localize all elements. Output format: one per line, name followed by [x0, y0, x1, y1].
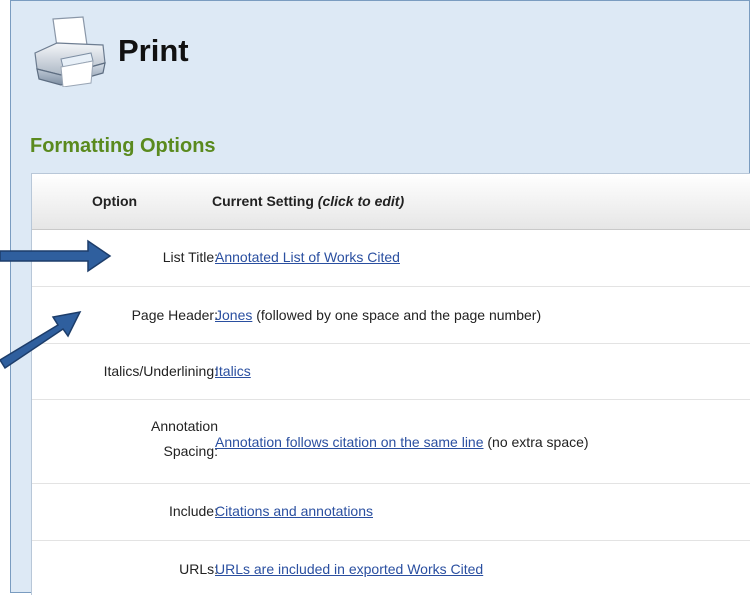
annotation-spacing-note: (no extra space)	[483, 434, 589, 450]
table-row-include: Include: Citations and annotations	[32, 484, 750, 541]
column-header-setting-label: Current Setting	[212, 193, 314, 209]
include-link[interactable]: Citations and annotations	[215, 503, 373, 519]
row-label-page-header: Page Header:	[131, 307, 218, 323]
table-header: Option Current Setting (click to edit)	[32, 174, 750, 230]
page-title: Print	[118, 33, 189, 68]
row-label-annotation-line1: Annotation	[151, 418, 218, 434]
row-label-italics: Italics/Underlining:	[103, 363, 218, 379]
page-header-note: (followed by one space and the page numb…	[252, 307, 542, 323]
print-panel: Print Formatting Options Option Current …	[10, 0, 750, 595]
formatting-options-table: Option Current Setting (click to edit) L…	[31, 173, 750, 595]
row-value-annotation-spacing: Annotation follows citation on the same …	[215, 434, 589, 450]
column-header-option: Option	[92, 193, 138, 209]
printer-icon	[34, 16, 106, 87]
row-label-include: Include:	[168, 503, 218, 519]
row-value-urls: URLs are included in exported Works Cite…	[215, 561, 483, 577]
table-row-annotation-spacing: Annotation Spacing: Annotation follows ci…	[32, 400, 750, 484]
list-title-link[interactable]: Annotated List of Works Cited	[215, 249, 400, 265]
italics-link[interactable]: Italics	[215, 363, 251, 379]
row-value-list-title: Annotated List of Works Cited	[215, 249, 400, 265]
row-label-urls: URLs:	[179, 561, 218, 577]
table-row-urls: URLs: URLs are included in exported Work…	[32, 541, 750, 595]
table-row-italics: Italics/Underlining: Italics	[32, 344, 750, 400]
print-header: Print	[11, 1, 749, 101]
column-header-setting-hint: (click to edit)	[317, 193, 405, 209]
row-value-page-header: Jones (followed by one space and the pag…	[215, 307, 541, 323]
row-label-list-title: List Title:	[162, 249, 218, 265]
annotation-spacing-link[interactable]: Annotation follows citation on the same …	[215, 434, 484, 450]
row-value-italics: Italics	[215, 363, 251, 379]
row-label-annotation-spacing: Annotation Spacing:	[151, 414, 218, 464]
row-label-annotation-line2: Spacing:	[163, 443, 218, 459]
section-title: Formatting Options	[30, 135, 216, 157]
table-row-list-title: List Title: Annotated List of Works Cite…	[32, 230, 750, 287]
row-value-include: Citations and annotations	[215, 503, 373, 519]
urls-link[interactable]: URLs are included in exported Works Cite…	[215, 561, 483, 577]
column-header-setting: Current Setting (click to edit)	[212, 193, 404, 209]
page-header-link[interactable]: Jones	[215, 307, 252, 323]
table-row-page-header: Page Header: Jones (followed by one spac…	[32, 287, 750, 344]
